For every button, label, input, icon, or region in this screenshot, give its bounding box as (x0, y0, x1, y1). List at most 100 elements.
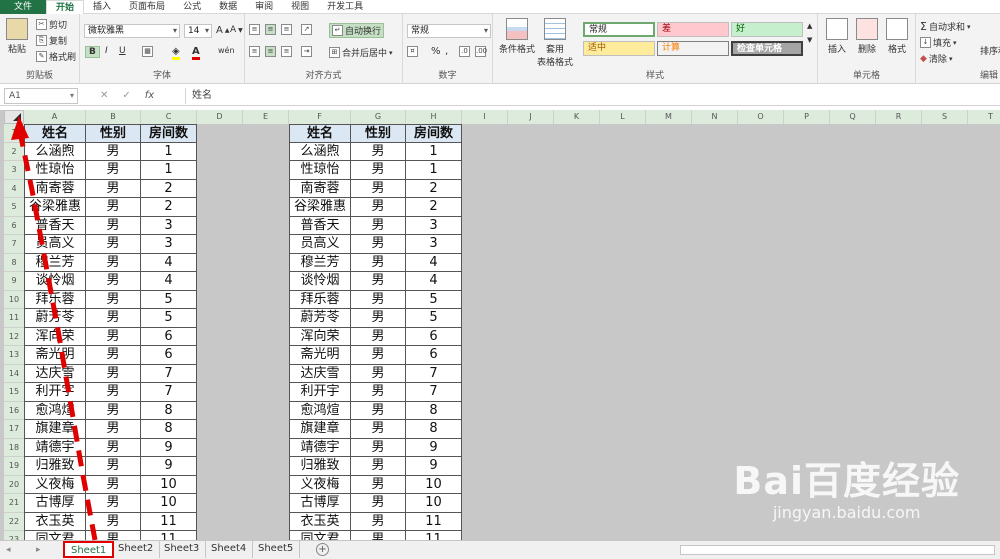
table-cell-right[interactable]: 男 (351, 364, 406, 383)
table-cell-left[interactable]: 10 (141, 475, 197, 494)
table-cell-left[interactable]: 穆兰芳 (24, 253, 86, 272)
paste-button[interactable]: 粘贴 (6, 18, 28, 55)
column-header-e[interactable]: E (243, 110, 289, 124)
table-cell-left[interactable]: 8 (141, 401, 197, 420)
decrease-decimal-button[interactable]: .00 (475, 46, 487, 57)
currency-button[interactable]: ¤ (407, 46, 418, 57)
table-cell-left[interactable]: 男 (86, 327, 141, 346)
table-cell-left[interactable]: 11 (141, 512, 197, 531)
table-cell-right[interactable]: 浑向荣 (289, 327, 351, 346)
table-cell-left[interactable]: 浑向荣 (24, 327, 86, 346)
row-header-6[interactable]: 6 (4, 216, 24, 235)
column-header-c[interactable]: C (141, 110, 197, 124)
table-cell-left[interactable]: 达庆雪 (24, 364, 86, 383)
table-cell-left[interactable]: 3 (141, 216, 197, 235)
table-cell-left[interactable]: 1 (141, 161, 197, 180)
style-check-cell[interactable]: 检查单元格 (731, 41, 803, 56)
table-cell-right[interactable]: 斋光明 (289, 346, 351, 365)
autosum-button[interactable]: Σ 自动求和 ▾ (920, 20, 970, 33)
table-cell-right[interactable]: 8 (406, 401, 462, 420)
table-cell-right[interactable]: 11 (406, 531, 462, 540)
tab-review[interactable]: 审阅 (246, 0, 282, 14)
table-cell-left[interactable]: 男 (86, 216, 141, 235)
table-cell-right[interactable]: 南寄蓉 (289, 179, 351, 198)
column-header-m[interactable]: M (646, 110, 692, 124)
table-cell-right[interactable]: 蔚芳苓 (289, 309, 351, 328)
shrink-font-button[interactable]: A ▼ (230, 25, 243, 35)
table-header-cell-left[interactable]: 姓名 (24, 124, 86, 143)
table-cell-right[interactable]: 男 (351, 161, 406, 180)
table-cell-left[interactable]: 男 (86, 198, 141, 217)
column-header-j[interactable]: J (508, 110, 554, 124)
column-header-s[interactable]: S (922, 110, 968, 124)
tab-formulas[interactable]: 公式 (174, 0, 210, 14)
table-cell-left[interactable]: 2 (141, 179, 197, 198)
table-cell-right[interactable]: 愈鸿煊 (289, 401, 351, 420)
row-header-3[interactable]: 3 (4, 161, 24, 180)
style-neutral[interactable]: 适中 (583, 41, 655, 56)
table-cell-right[interactable]: 男 (351, 142, 406, 161)
table-cell-right[interactable]: 男 (351, 309, 406, 328)
formula-input[interactable]: 姓名 (185, 88, 995, 104)
row-header-19[interactable]: 19 (4, 457, 24, 476)
table-cell-left[interactable]: 男 (86, 457, 141, 476)
table-cell-left[interactable]: 男 (86, 179, 141, 198)
row-header-12[interactable]: 12 (4, 327, 24, 346)
align-left-button[interactable]: ≡ (249, 46, 260, 57)
table-cell-right[interactable]: 谈怜烟 (289, 272, 351, 291)
table-cell-left[interactable]: 男 (86, 161, 141, 180)
table-cell-left[interactable]: 么涵煦 (24, 142, 86, 161)
table-cell-left[interactable]: 同文君 (24, 531, 86, 540)
align-center-button[interactable]: ≡ (265, 46, 276, 57)
table-cell-right[interactable]: 男 (351, 383, 406, 402)
row-header-17[interactable]: 17 (4, 420, 24, 439)
table-cell-right[interactable]: 男 (351, 438, 406, 457)
style-good[interactable]: 好 (731, 22, 803, 37)
table-cell-left[interactable]: 男 (86, 401, 141, 420)
table-cell-right[interactable]: 男 (351, 179, 406, 198)
cancel-icon[interactable]: ✕ (100, 88, 108, 104)
add-sheet-icon[interactable]: + (316, 543, 329, 556)
table-cell-left[interactable]: 6 (141, 327, 197, 346)
table-cell-right[interactable]: 11 (406, 512, 462, 531)
table-header-cell-right[interactable]: 姓名 (289, 124, 351, 143)
table-cell-left[interactable]: 员高义 (24, 235, 86, 254)
column-header-k[interactable]: K (554, 110, 600, 124)
table-cell-left[interactable]: 古博厚 (24, 494, 86, 513)
table-cell-left[interactable]: 1 (141, 142, 197, 161)
table-header-cell-left[interactable]: 房间数 (141, 124, 197, 143)
table-cell-right[interactable]: 4 (406, 253, 462, 272)
table-cell-right[interactable]: 男 (351, 457, 406, 476)
insert-cells-button[interactable]: 插入 (826, 18, 848, 55)
table-cell-left[interactable]: 11 (141, 531, 197, 540)
wrap-text-button[interactable]: ↵ 自动换行 (329, 23, 385, 38)
column-header-g[interactable]: G (351, 110, 406, 124)
table-cell-left[interactable]: 男 (86, 494, 141, 513)
table-cell-right[interactable]: 2 (406, 198, 462, 217)
table-header-cell-right[interactable]: 性别 (351, 124, 406, 143)
table-cell-right[interactable]: 1 (406, 142, 462, 161)
table-cell-right[interactable]: 同文君 (289, 531, 351, 540)
table-cell-right[interactable]: 2 (406, 179, 462, 198)
table-cell-left[interactable]: 男 (86, 235, 141, 254)
table-cell-left[interactable]: 男 (86, 512, 141, 531)
table-cell-right[interactable]: 谷梁雅惠 (289, 198, 351, 217)
tab-insert[interactable]: 插入 (84, 0, 120, 14)
row-header-7[interactable]: 7 (4, 235, 24, 254)
table-cell-right[interactable]: 男 (351, 494, 406, 513)
table-cell-left[interactable]: 旗建章 (24, 420, 86, 439)
row-header-1[interactable]: 1 (4, 124, 24, 143)
borders-button[interactable]: ▦ (142, 46, 153, 57)
align-middle-button[interactable]: ≡ (265, 24, 276, 35)
row-header-18[interactable]: 18 (4, 438, 24, 457)
increase-decimal-button[interactable]: .0 (459, 46, 470, 57)
format-cells-button[interactable]: 格式 (886, 18, 908, 55)
sheet-tab-sheet2[interactable]: Sheet2 (112, 541, 161, 558)
table-cell-right[interactable]: 穆兰芳 (289, 253, 351, 272)
row-header-22[interactable]: 22 (4, 512, 24, 531)
sheet-tab-sheet5[interactable]: Sheet5 (252, 541, 301, 558)
fill-color-button[interactable]: ◈ (172, 46, 180, 60)
row-header-2[interactable]: 2 (4, 142, 24, 161)
row-header-23[interactable]: 23 (4, 531, 24, 540)
table-cell-right[interactable]: 旗建章 (289, 420, 351, 439)
